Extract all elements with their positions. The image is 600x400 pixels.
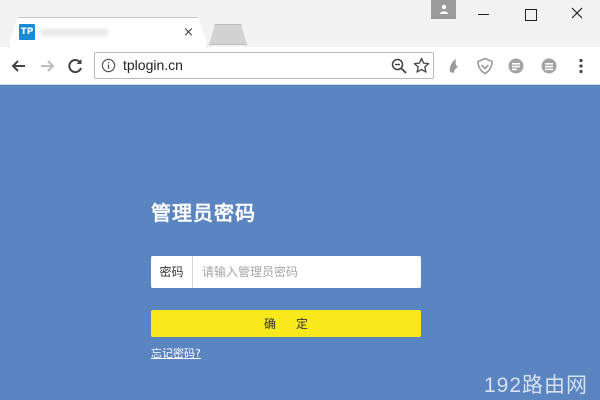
zoom-icon[interactable] bbox=[391, 58, 407, 74]
login-page: 管理员密码 密码 确定 忘记密码? 192路由网 bbox=[0, 85, 600, 400]
tp-favicon-icon: TP bbox=[19, 24, 35, 40]
browser-toolbar: tplogin.cn bbox=[0, 47, 600, 85]
tab-strip: TP × bbox=[0, 0, 600, 47]
new-tab-button[interactable] bbox=[209, 24, 247, 45]
tab-close-icon[interactable]: × bbox=[183, 25, 194, 40]
forgot-password-link[interactable]: 忘记密码? bbox=[151, 345, 201, 361]
url-text[interactable]: tplogin.cn bbox=[123, 57, 183, 73]
shield-icon[interactable] bbox=[476, 57, 494, 75]
info-icon[interactable] bbox=[101, 58, 116, 73]
password-input[interactable] bbox=[194, 256, 420, 288]
reload-icon[interactable] bbox=[65, 56, 85, 76]
address-bar[interactable]: tplogin.cn bbox=[94, 52, 434, 79]
star-icon[interactable] bbox=[413, 57, 430, 74]
close-icon bbox=[571, 7, 583, 19]
page-title: 管理员密码 bbox=[151, 201, 256, 225]
extension-icon[interactable] bbox=[507, 57, 525, 75]
minimize-button[interactable] bbox=[465, 3, 501, 23]
extension-icon[interactable] bbox=[445, 57, 463, 75]
profile-button[interactable] bbox=[431, 0, 456, 19]
maximize-button[interactable] bbox=[512, 3, 548, 23]
watermark: 192路由网 bbox=[484, 374, 589, 397]
tab-title-redacted bbox=[40, 29, 108, 36]
password-field-group: 密码 bbox=[151, 256, 421, 288]
menu-icon[interactable] bbox=[577, 58, 585, 74]
back-arrow-icon[interactable] bbox=[9, 56, 29, 76]
window-close-button[interactable] bbox=[560, 3, 596, 23]
forward-arrow-icon[interactable] bbox=[37, 56, 57, 76]
password-label: 密码 bbox=[151, 256, 193, 288]
confirm-button[interactable]: 确定 bbox=[151, 310, 421, 337]
extension-icon[interactable] bbox=[540, 57, 558, 75]
person-icon bbox=[439, 4, 448, 14]
browser-tab[interactable] bbox=[8, 17, 208, 47]
